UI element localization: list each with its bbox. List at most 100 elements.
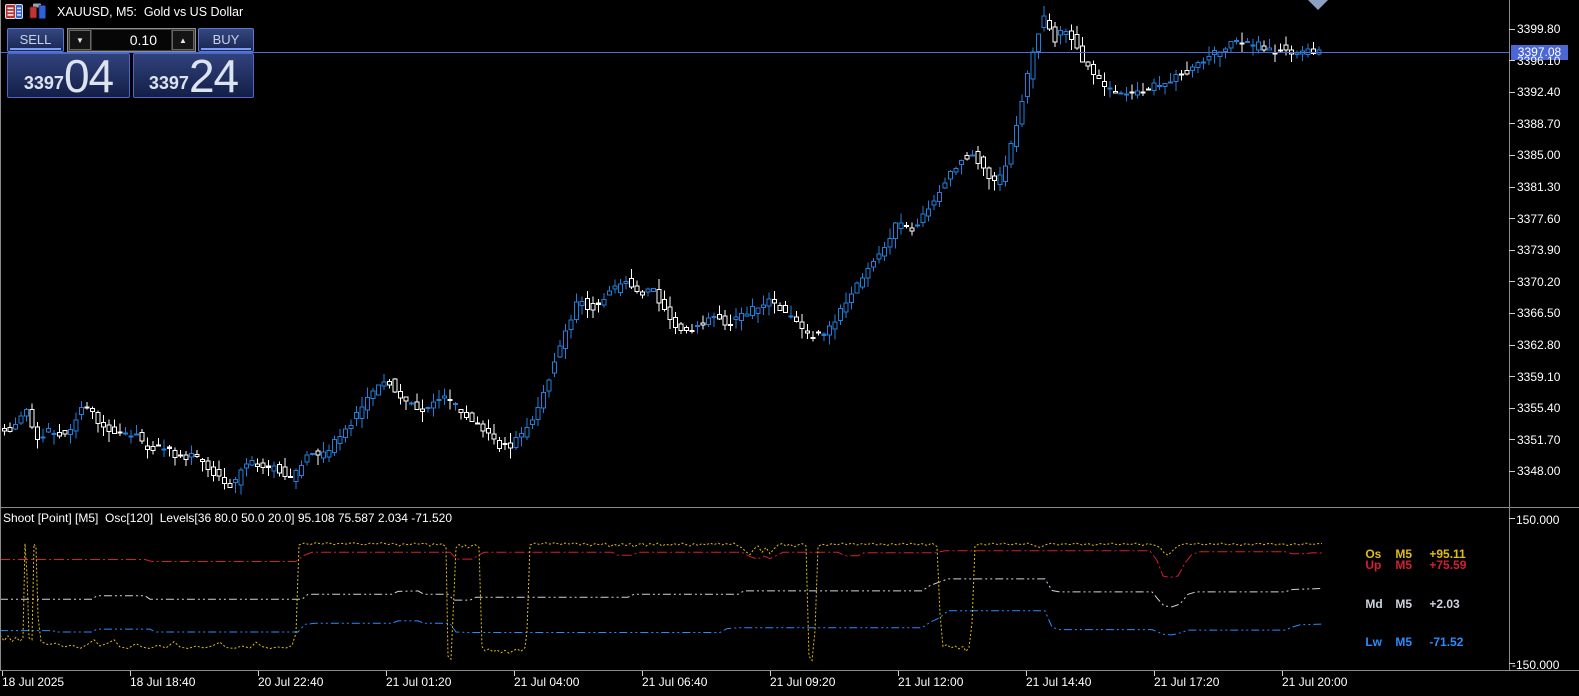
price-tick (1509, 154, 1515, 156)
candle-bull (13, 424, 18, 430)
candle-bear (480, 423, 486, 432)
candle-bear (101, 422, 106, 428)
sell-button[interactable]: SELL (7, 28, 64, 52)
candle-bull (1157, 84, 1162, 87)
time-tick-label: 21 Jul 04:00 (514, 675, 580, 689)
candle-bear (1080, 45, 1085, 63)
candle-bull (557, 345, 563, 358)
price-tick-label: 3377.60 (1517, 211, 1561, 226)
candle-bear (491, 433, 497, 440)
price-tick-label: 3370.20 (1517, 274, 1561, 289)
candle-bear (629, 278, 634, 288)
candle-bear (464, 411, 469, 418)
chart-indicator-separator[interactable] (0, 507, 1579, 508)
candle-bear (678, 323, 684, 331)
candle-bear (1283, 44, 1289, 51)
volume-decrease-button[interactable]: ▼ (69, 30, 91, 50)
candle-bear (1129, 91, 1135, 94)
candle-bear (1074, 33, 1080, 49)
candle-bull (953, 168, 959, 173)
price-tick-label: 3373.90 (1517, 243, 1561, 258)
candle-bull (865, 268, 871, 279)
candle-bull (860, 277, 865, 288)
candle-bull (695, 325, 700, 328)
candle-bull (915, 224, 920, 227)
candle-bull (959, 159, 964, 165)
price-tick (1509, 123, 1515, 125)
price-tick (1509, 344, 1515, 346)
candle-bear (497, 440, 502, 450)
candle-bull (123, 432, 128, 435)
candle-bull (40, 436, 46, 439)
candle-bear (420, 408, 425, 413)
candle-bull (1019, 101, 1025, 125)
buy-price-major: 3397 (148, 73, 189, 93)
candle-bear (260, 462, 266, 468)
candle-bull (843, 302, 849, 313)
legend-lw-name: Lw (1365, 635, 1383, 649)
candle-bull (1256, 41, 1261, 51)
candle-bear (145, 445, 150, 451)
candle-bear (1091, 63, 1096, 75)
candle-bear (112, 426, 117, 435)
buy-button[interactable]: BUY (198, 28, 254, 52)
oscillator-lines (0, 542, 1323, 662)
candle-bear (255, 463, 260, 467)
candle-bull (552, 361, 557, 374)
candle-bear (1113, 91, 1118, 94)
candle-bear (640, 291, 645, 296)
price-tick-label: 3392.40 (1517, 85, 1561, 100)
price-tick (1509, 186, 1515, 188)
candle-bull (744, 313, 750, 317)
candle-bull (73, 419, 79, 432)
price-tick (1509, 407, 1515, 409)
candle-bull (838, 307, 843, 321)
candle-bear (662, 299, 667, 310)
buy-price-display[interactable]: 3397 24 (133, 50, 254, 103)
price-tick (1509, 91, 1515, 93)
candle-bear (909, 227, 915, 232)
candle-bull (931, 200, 937, 206)
candle-bear (150, 446, 156, 451)
candle-bull (519, 433, 524, 438)
indicator-scale-top: 150.000 (1516, 513, 1560, 527)
candle-bear (277, 464, 282, 474)
volume-input[interactable]: 0.10 (92, 30, 171, 50)
candle-bull (926, 208, 931, 217)
candle-bear (794, 316, 799, 323)
candle-bull (821, 333, 827, 336)
candle-bull (920, 213, 926, 223)
chart-canvas[interactable] (0, 0, 1579, 696)
candle-bear (1184, 69, 1190, 75)
candle-bull (376, 384, 381, 396)
sell-button-label: SELL (19, 32, 52, 47)
candle-bear (398, 390, 403, 399)
candle-bull (1107, 87, 1113, 90)
candle-bear (475, 422, 480, 425)
candle-bull (788, 315, 794, 318)
mt5-chart-window: 3397.08 150.000 -150.000 Shoot [Point] [… (0, 0, 1579, 696)
candle-bull (249, 459, 255, 466)
volume-increase-button[interactable]: ▲ (172, 30, 194, 50)
candle-bear (816, 331, 821, 334)
candle-bull (1135, 90, 1140, 96)
candle-bull (436, 399, 442, 402)
candle-bear (656, 288, 662, 304)
chart-icon[interactable] (29, 3, 47, 20)
candle-bear (2, 428, 7, 432)
buy-price-minor: 24 (188, 50, 239, 103)
candle-bear (486, 428, 491, 434)
candle-bull (535, 406, 541, 420)
quotes-icon[interactable] (5, 3, 23, 20)
candle-bull (524, 426, 530, 438)
indicator-header: Shoot [Point] [M5] Osc[120] Levels[36 80… (3, 511, 452, 525)
candle-bull (1014, 125, 1019, 147)
candle-bear (805, 330, 810, 334)
time-tick-label: 18 Jul 18:40 (130, 675, 196, 689)
candle-bull (563, 330, 568, 349)
candle-bear (178, 454, 183, 457)
candle-bear (90, 408, 95, 412)
candle-bull (1151, 82, 1157, 91)
sell-price-display[interactable]: 3397 04 (7, 53, 130, 99)
indicator-scale-bottom-tick (1509, 663, 1515, 664)
